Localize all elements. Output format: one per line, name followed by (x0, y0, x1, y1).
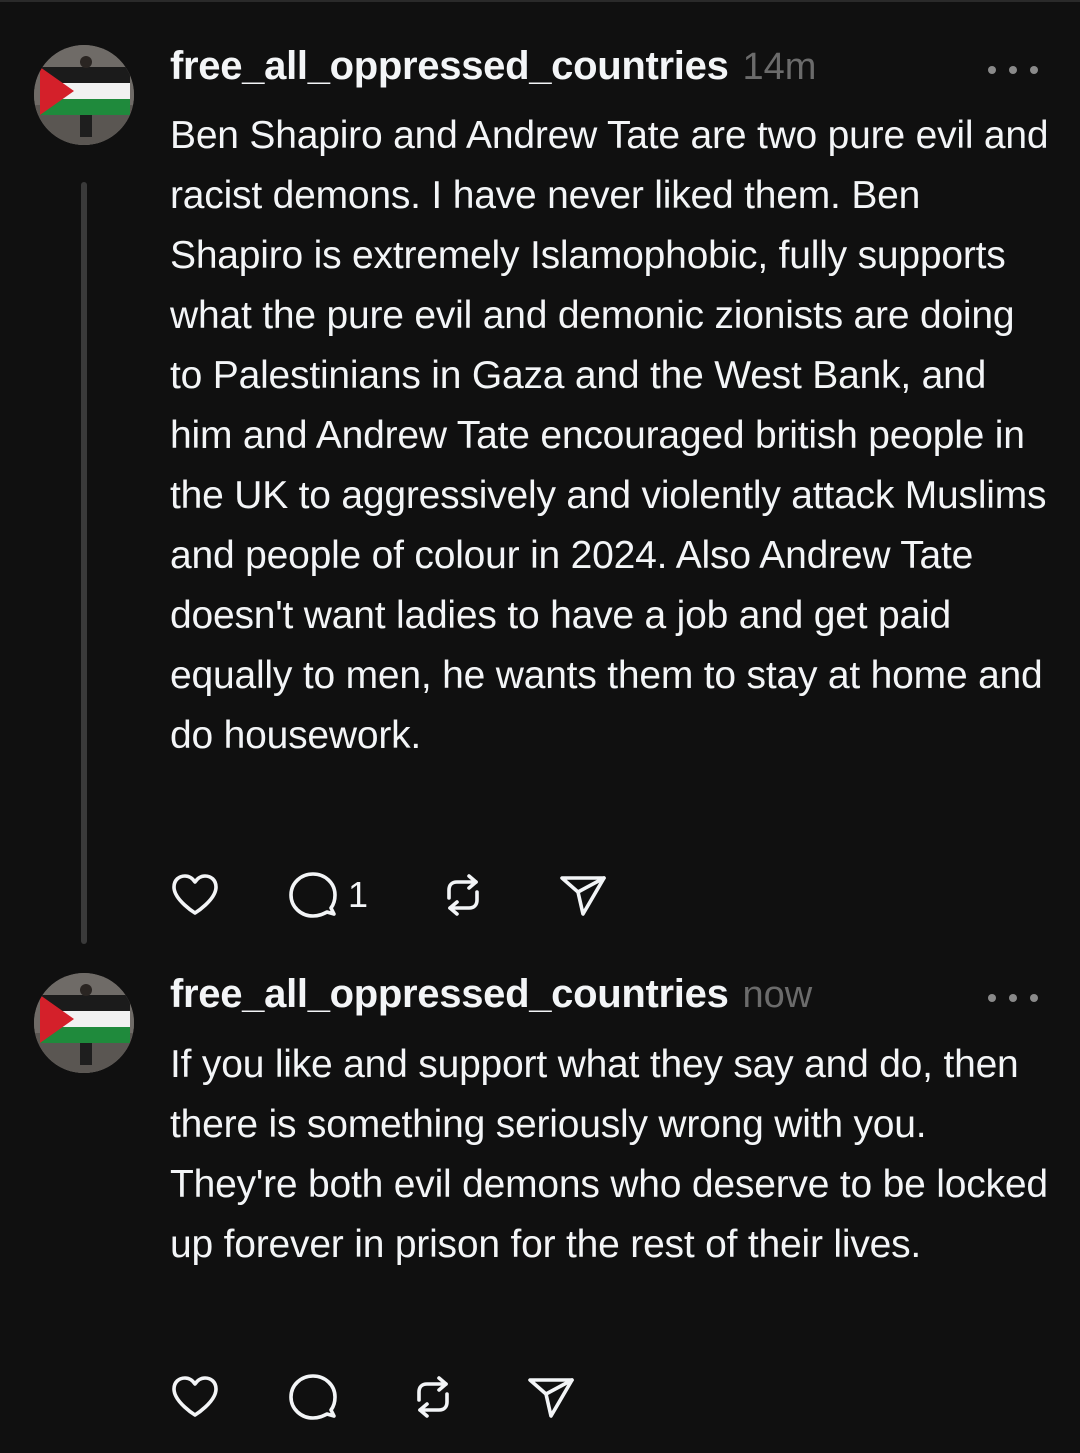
post-header: free_all_oppressed_countries 14m (170, 44, 816, 104)
dot (988, 66, 996, 74)
reply-button[interactable]: 1 (286, 868, 368, 922)
username[interactable]: free_all_oppressed_countries (170, 44, 729, 89)
dot (988, 994, 996, 1002)
post-header: free_all_oppressed_countries now (170, 972, 812, 1032)
like-button[interactable] (168, 1370, 222, 1424)
dot (1030, 66, 1038, 74)
more-options-icon[interactable] (988, 986, 1038, 1010)
timestamp: now (742, 974, 813, 1016)
timestamp: 14m (742, 46, 817, 88)
share-button[interactable] (524, 1370, 578, 1424)
username[interactable]: free_all_oppressed_countries (170, 972, 729, 1017)
share-icon (560, 876, 606, 916)
reply-button[interactable] (286, 1370, 340, 1424)
more-options-icon[interactable] (988, 58, 1038, 82)
dot (1009, 994, 1017, 1002)
share-button[interactable] (556, 868, 610, 922)
heart-icon (172, 874, 218, 915)
top-divider (0, 0, 1080, 2)
repost-button[interactable] (436, 868, 490, 922)
action-bar (168, 1370, 588, 1424)
heart-icon (172, 1376, 218, 1417)
repost-button[interactable] (406, 1370, 460, 1424)
avatar[interactable] (34, 973, 134, 1073)
post-text: If you like and support what they say an… (170, 1043, 1048, 1266)
avatar-image (34, 973, 134, 1073)
avatar-image (34, 45, 134, 145)
share-icon (528, 1378, 574, 1418)
comment-icon (289, 1374, 337, 1420)
repost-icon (447, 874, 479, 916)
thread-line (81, 182, 87, 944)
like-button[interactable] (168, 868, 222, 922)
avatar[interactable] (34, 45, 134, 145)
action-bar: 1 (168, 868, 628, 922)
dot (1030, 994, 1038, 1002)
reply-count: 1 (348, 874, 369, 915)
repost-icon (417, 1376, 449, 1418)
post-text: Ben Shapiro and Andrew Tate are two pure… (170, 114, 1049, 757)
dot (1009, 66, 1017, 74)
comment-icon (289, 872, 337, 918)
